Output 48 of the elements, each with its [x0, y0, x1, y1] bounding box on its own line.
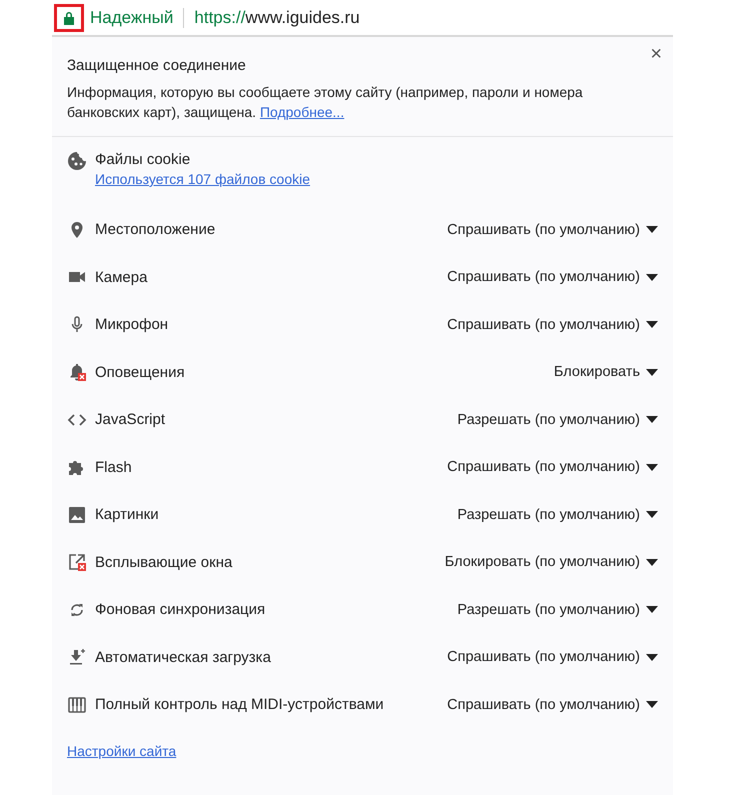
cookies-label: Файлы cookie — [95, 151, 190, 168]
connection-description: Информация, которую вы сообщаете этому сайту (например, пароли и номера банковских карт), защищена. Подробнее... — [67, 83, 584, 122]
permission-dropdown[interactable]: Спрашивать (по умолчанию) — [447, 459, 658, 476]
caret-icon — [646, 701, 658, 708]
caret-icon — [646, 511, 658, 518]
permission-label: Flash — [95, 458, 132, 476]
cookie-icon — [67, 151, 87, 171]
permission-dropdown[interactable]: Блокировать (по умолчанию) — [444, 554, 658, 570]
caret-icon — [646, 654, 658, 661]
permission-dropdown[interactable]: Спрашивать (по умолчанию) — [447, 316, 658, 333]
security-label: Надежный — [90, 8, 174, 28]
permission-label: Картинки — [95, 506, 159, 524]
piano-keys-icon — [67, 694, 87, 715]
permission-label: Оповещения — [95, 364, 185, 381]
permission-label: Местоположение — [95, 221, 216, 238]
permission-dropdown[interactable]: Разрешать (по умолчанию) — [457, 506, 658, 523]
permission-dropdown[interactable]: Блокировать — [554, 364, 658, 380]
permission-dropdown[interactable]: Разрешать (по умолчанию) — [457, 412, 658, 428]
site-settings-link[interactable]: Настройки сайта — [67, 742, 176, 758]
permission-dropdown[interactable]: Спрашивать (по умолчанию) — [447, 269, 658, 286]
close-button[interactable]: × — [646, 43, 666, 66]
caret-icon — [646, 321, 658, 328]
permission-dropdown[interactable]: Спрашивать (по умолчанию) — [447, 222, 658, 238]
permission-label: Полный контроль над MIDI-устройствами — [95, 696, 384, 714]
permission-dropdown[interactable]: Разрешать (по умолчанию) — [457, 602, 658, 618]
caret-icon — [646, 558, 658, 566]
download-icon — [67, 647, 87, 668]
permission-dropdown[interactable]: Спрашивать (по умолчанию) — [447, 696, 658, 713]
image-icon — [67, 504, 87, 525]
popup-title: Защищенное соединение — [67, 57, 247, 74]
url-text[interactable]: https://www.iguides.ru — [194, 8, 360, 28]
permission-label: Всплывающие окна — [95, 554, 232, 571]
permission-label: Камера — [95, 268, 148, 286]
permission-label: Автоматическая загрузка — [95, 648, 271, 666]
blocked-popup-icon — [67, 552, 87, 572]
cookies-link[interactable]: Используется 107 файлов cookie — [95, 171, 310, 187]
caret-icon — [646, 464, 658, 471]
permission-label: Фоновая синхронизация — [95, 601, 266, 618]
caret-icon — [646, 416, 658, 424]
permission-label: Микрофон — [95, 316, 168, 334]
caret-icon — [646, 274, 658, 281]
caret-icon — [646, 226, 658, 234]
lock-icon[interactable] — [63, 10, 75, 24]
permission-dropdown[interactable]: Спрашивать (по умолчанию) — [447, 649, 658, 666]
caret-icon — [646, 606, 658, 614]
details-link[interactable]: Подробнее... — [260, 104, 344, 120]
permission-label: JavaScript — [95, 411, 166, 428]
caret-icon — [646, 368, 658, 376]
